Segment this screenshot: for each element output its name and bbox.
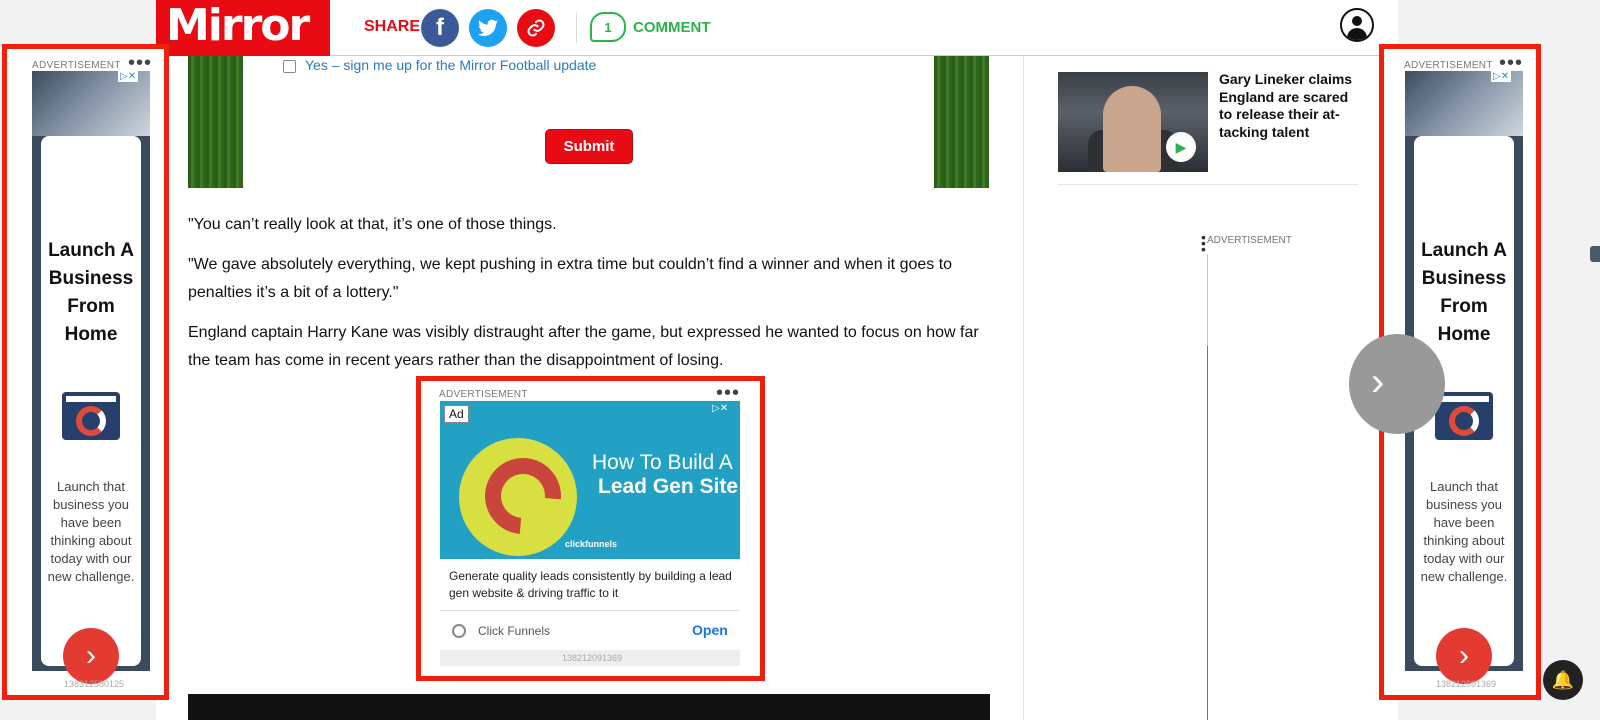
grass-decoration-right: [934, 56, 989, 188]
article-paragraph: "We gave absolutely everything, we kept …: [188, 256, 953, 301]
share-label: SHARE: [364, 18, 421, 35]
globe-icon: [452, 624, 466, 638]
clickfunnels-logo-icon: [1435, 392, 1493, 440]
ad-illustration: [459, 438, 577, 556]
clickfunnels-logo-icon: [62, 392, 120, 440]
ad-placeholder-line: [1207, 254, 1208, 346]
ad-title: Launch A Business From Home: [1421, 240, 1507, 345]
newsletter-checkbox[interactable]: [283, 60, 296, 73]
ad-open-button[interactable]: Open: [692, 622, 728, 638]
column-divider: [1023, 56, 1024, 720]
ad-creative-image[interactable]: Ad ▷✕ How To Build A Lead Gen Site click…: [440, 401, 740, 559]
advertiser-name[interactable]: Click Funnels: [478, 624, 550, 638]
ad-options-icon[interactable]: •••: [128, 53, 152, 73]
related-video-title[interactable]: Gary Lineker claims England are scared t…: [1219, 71, 1359, 141]
article-paragraph: England captain Harry Kane was visibly d…: [188, 324, 979, 369]
next-article-button[interactable]: ›: [1349, 334, 1445, 434]
ad-options-icon[interactable]: •••: [1201, 230, 1206, 256]
grass-decoration-left: [188, 56, 243, 188]
site-header: Mirror SHARE f 1 COMMENT: [156, 0, 1398, 56]
user-account-icon[interactable]: [1340, 8, 1374, 42]
facebook-share-button[interactable]: f: [421, 9, 459, 47]
video-thumbnail[interactable]: ▶: [1058, 72, 1208, 172]
comment-count-badge[interactable]: 1: [590, 12, 626, 42]
ad-label: ADVERTISEMENT: [439, 389, 528, 400]
ad-title: Launch A Business From Home: [48, 240, 134, 345]
article-paragraph: "You can’t really look at that, it’s one…: [188, 216, 557, 233]
ad-description: Generate quality leads consistently by b…: [449, 569, 732, 600]
ad-badge: Ad: [444, 405, 469, 423]
ad-footer: Click Funnels Open: [440, 610, 740, 650]
sidebar-separator: [1058, 184, 1358, 185]
facebook-icon: f: [436, 14, 444, 41]
twitter-icon: [478, 19, 498, 36]
ad-creative[interactable]: ▷✕ Launch A Business From Home Launch th…: [32, 71, 150, 684]
ad-options-icon[interactable]: •••: [1499, 53, 1523, 73]
newsletter-signup-option[interactable]: Yes – sign me up for the Mirror Football…: [283, 56, 596, 73]
copy-link-button[interactable]: [517, 9, 555, 47]
chevron-right-icon: ›: [1459, 639, 1469, 672]
adchoices-icon[interactable]: ▷✕: [1491, 71, 1512, 82]
ad-id: 138212091369: [1436, 679, 1497, 689]
link-icon: [527, 19, 545, 37]
ad-headline-bold: Lead Gen Site: [598, 475, 739, 498]
twitter-share-button[interactable]: [469, 9, 507, 47]
ad-options-icon[interactable]: •••: [716, 383, 740, 403]
newsletter-checkbox-label[interactable]: Yes – sign me up for the Mirror Football…: [305, 57, 596, 73]
play-icon[interactable]: ▶: [1166, 132, 1196, 162]
adchoices-icon[interactable]: ▷✕: [710, 403, 730, 414]
chevron-right-icon: ›: [86, 639, 96, 672]
magnet-icon: [469, 442, 577, 550]
ad-placeholder-line: [1207, 346, 1208, 720]
ad-description: Launch that business you have been think…: [1420, 479, 1508, 584]
ad-cta-button[interactable]: ›: [1436, 628, 1492, 684]
notification-bell-icon[interactable]: 🔔: [1543, 660, 1583, 700]
video-player[interactable]: [188, 694, 990, 720]
ad-bottom-strip: 138212091369: [440, 650, 740, 666]
chevron-right-icon: ›: [1371, 360, 1385, 404]
ad-label: ADVERTISEMENT: [1207, 235, 1292, 246]
newsletter-submit-button[interactable]: Submit: [545, 129, 633, 164]
ad-card: Launch A Business From Home Launch that …: [41, 136, 141, 684]
header-divider: [576, 12, 577, 44]
mirror-logo[interactable]: Mirror: [156, 0, 330, 56]
ad-label: ADVERTISEMENT: [1404, 60, 1493, 71]
ad-headline: How To Build A: [592, 451, 733, 474]
ad-id: 138212091369: [562, 653, 623, 663]
ad-id: 138312580125: [64, 679, 125, 689]
comment-link[interactable]: COMMENT: [633, 19, 711, 36]
edge-tab[interactable]: [1590, 246, 1600, 262]
ad-description: Launch that business you have been think…: [47, 479, 135, 584]
ad-brand: clickfunnels: [565, 539, 618, 549]
ad-cta-button[interactable]: ›: [63, 628, 119, 684]
ad-label: ADVERTISEMENT: [32, 60, 121, 71]
adchoices-icon[interactable]: ▷✕: [118, 71, 139, 82]
